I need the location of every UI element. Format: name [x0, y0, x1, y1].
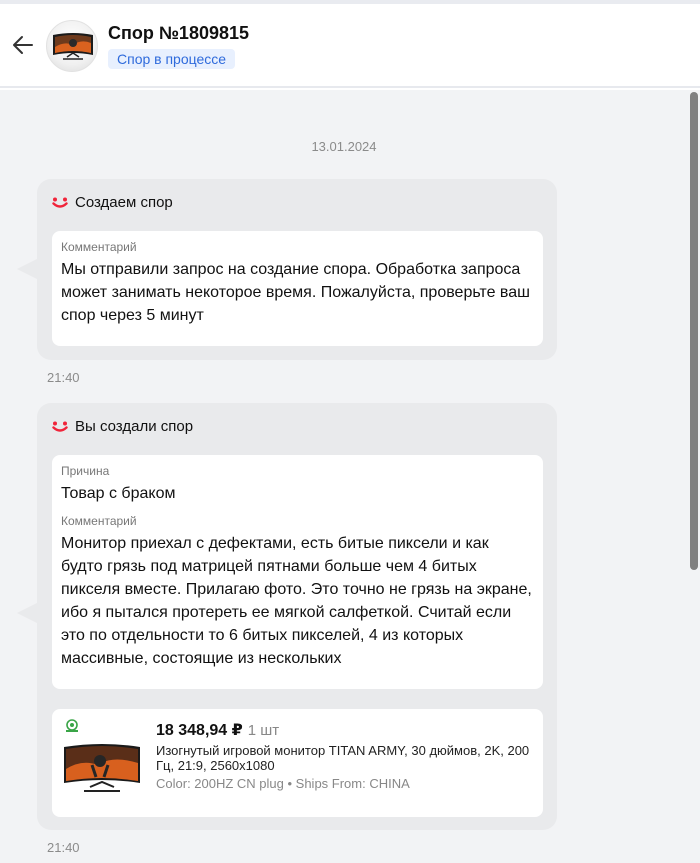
reason-text: Товар с браком	[61, 485, 176, 502]
product-avatar	[46, 20, 98, 72]
page-title: Спор №1809815	[108, 23, 250, 43]
message-time: 21:40	[47, 840, 80, 855]
comment-label: Комментарий	[61, 514, 137, 528]
smile-logo-icon	[52, 197, 68, 208]
seller-badge-icon	[66, 719, 78, 732]
message-bubble: Создаем спор Комментарий Мы отправили за…	[17, 179, 557, 360]
product-card[interactable]: 18 348,94 ₽1 шт Изогнутый игровой монито…	[52, 709, 543, 817]
message-title: Вы создали спор	[52, 418, 193, 435]
product-quantity: 1 шт	[247, 722, 280, 739]
status-badge: Спор в процессе	[108, 49, 236, 69]
back-button[interactable]	[8, 30, 38, 60]
comment-card: Комментарий Мы отправили запрос на созда…	[52, 231, 543, 346]
back-arrow-icon	[13, 36, 33, 54]
chat-date: 13.01.2024	[311, 139, 377, 154]
product-price: 18 348,94 ₽1 шт	[156, 722, 280, 739]
message-bubble: Вы создали спор Причина Товар с браком К…	[17, 403, 557, 830]
comment-label: Комментарий	[61, 240, 137, 254]
chat-area[interactable]: 13.01.2024 Создаем спор Комментарий Мы о…	[0, 90, 688, 863]
smile-logo-icon	[52, 421, 68, 432]
message-title: Создаем спор	[52, 194, 173, 211]
dispute-details-card: Причина Товар с браком Комментарий Монит…	[52, 455, 543, 689]
product-name[interactable]: Изогнутый игровой монитор TITAN ARMY, 30…	[156, 743, 536, 773]
product-image	[64, 744, 140, 792]
comment-text: Мы отправили запрос на создание спора. О…	[61, 261, 530, 324]
dispute-header: Спор №1809815 Спор в процессе	[0, 4, 700, 88]
scrollbar-thumb[interactable]	[690, 92, 698, 570]
reason-label: Причина	[61, 464, 110, 478]
comment-text: Монитор приехал с дефектами, есть битые …	[61, 535, 532, 667]
message-time: 21:40	[47, 370, 80, 385]
product-attributes: Color: 200HZ CN plug • Ships From: CHINA	[156, 776, 410, 791]
